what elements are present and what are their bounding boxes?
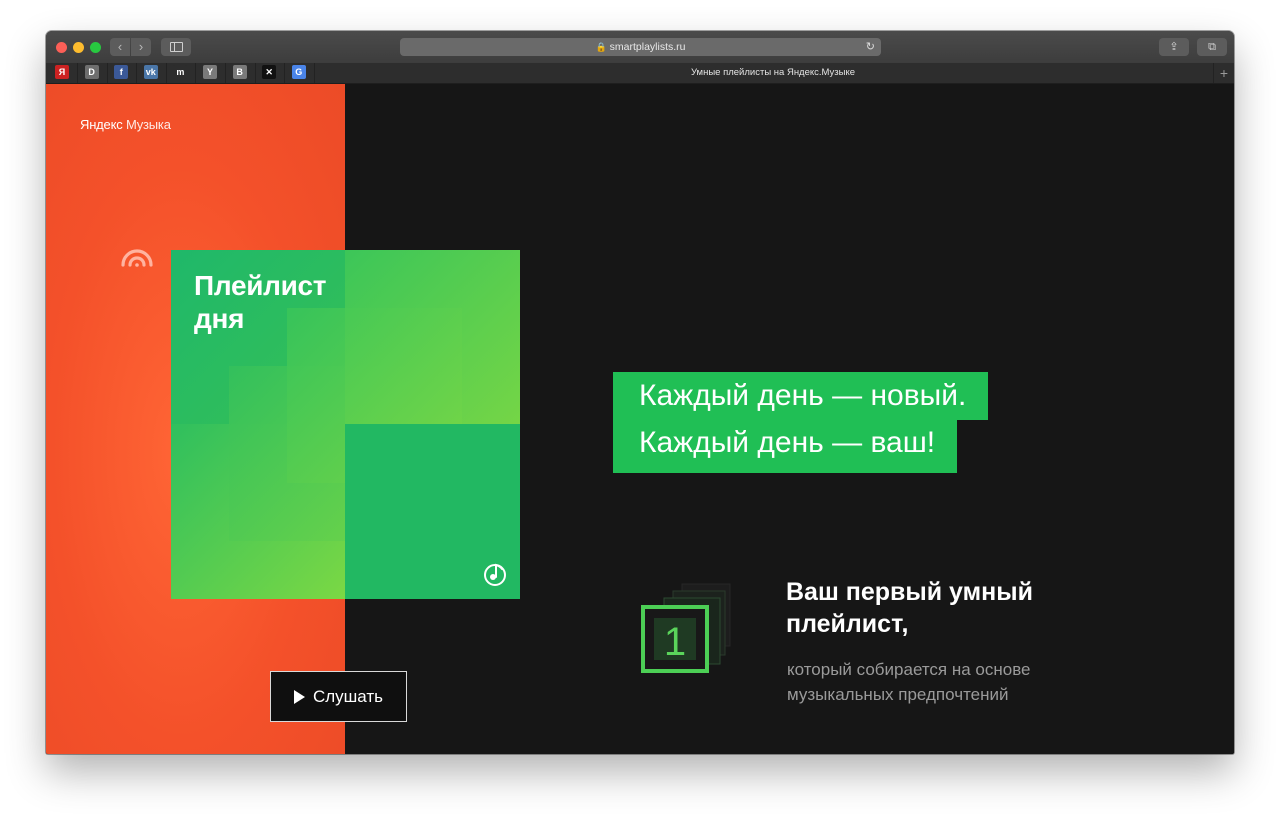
vk-favicon-icon[interactable]: vk (143, 65, 158, 79)
yandex-favicon-icon[interactable]: Я (55, 65, 69, 79)
tagline-line-1: Каждый день — новый. (613, 372, 989, 420)
logo-part-music: Музыка (125, 117, 171, 132)
tab-bar: Я Df vk m Y B ✕ G Умные плейлисты на Яндекс.Муз… (46, 63, 1234, 84)
listen-button[interactable]: Слушать (270, 671, 407, 722)
url-text: smartplaylists.ru (609, 41, 686, 53)
m-favicon-icon[interactable]: m (173, 65, 188, 79)
logo-part-yandex: Яндекс (80, 117, 123, 132)
favorites-separator (106, 63, 108, 83)
address-bar[interactable]: 🔒 smartplaylists.ru ↻ (400, 38, 881, 56)
b-favicon-icon[interactable]: B (232, 65, 247, 79)
listen-button-label: Слушать (312, 686, 384, 706)
chevron-left-icon: ‹ (117, 39, 123, 54)
cover-title: Плейлист дня (194, 270, 327, 334)
radio-waves-icon (121, 249, 153, 267)
tagline-line-2: Каждый день — ваш! (613, 419, 958, 473)
favorites-separator (165, 63, 167, 83)
favorites-separator (284, 63, 286, 83)
chevron-right-icon: › (138, 39, 144, 54)
playlist-cover[interactable]: Плейлист дня (171, 250, 520, 599)
tabs-overview-icon: ⧉ (1208, 41, 1216, 53)
favorites-separator (136, 63, 138, 83)
share-icon: ⇪ (1169, 41, 1179, 53)
feature-title: Ваш первый умный плейлист, (786, 578, 1033, 638)
d-favicon-icon[interactable]: D (84, 65, 99, 79)
zoom-window-button[interactable] (90, 42, 101, 53)
step-number-icon: 1 (641, 583, 731, 673)
forward-button[interactable]: › (131, 38, 151, 56)
browser-window: ‹ › 🔒 smartplaylists.ru ↻ ⇪ ⧉ Я Df vk m Y B ✕ G … (46, 31, 1234, 754)
share-button[interactable]: ⇪ (1159, 38, 1189, 56)
lock-icon: 🔒 (595, 42, 607, 52)
page-content: Яндекс Музыка Плейлист дня Слушать Кажды… (46, 84, 1234, 754)
feature-description: который собирается на основе музыкальных… (787, 660, 1031, 704)
favorites-separator (225, 63, 226, 83)
browser-toolbar: ‹ › 🔒 smartplaylists.ru ↻ ⇪ ⧉ (46, 31, 1234, 64)
back-button[interactable]: ‹ (110, 38, 130, 56)
play-icon (293, 689, 305, 704)
step-number: 1 (664, 620, 686, 664)
yandex-music-logo[interactable]: Яндекс Музыка (80, 117, 171, 132)
music-note-icon (484, 563, 506, 586)
favorites-separator (195, 63, 197, 83)
minimize-window-button[interactable] (73, 42, 84, 53)
tagline: Каждый день — новый. Каждый день — ваш! (613, 372, 1043, 473)
y-favicon-icon[interactable]: Y (203, 65, 217, 79)
translate-favicon-icon[interactable]: G (291, 65, 306, 79)
cover-shape (345, 250, 520, 425)
reload-icon[interactable]: ↻ (866, 38, 875, 56)
favorites-separator (77, 63, 78, 83)
close-window-button[interactable] (56, 42, 67, 53)
sidebar-toggle-button[interactable] (161, 38, 191, 56)
show-tabs-button[interactable]: ⧉ (1197, 38, 1227, 56)
new-tab-button[interactable]: + (1213, 63, 1234, 83)
facebook-favicon-icon[interactable]: f (114, 65, 129, 79)
active-tab[interactable]: Умные плейлисты на Яндекс.Музыке (313, 63, 1233, 83)
pattern-favicon-icon[interactable]: ✕ (262, 65, 277, 79)
favorites-separator (254, 63, 256, 83)
